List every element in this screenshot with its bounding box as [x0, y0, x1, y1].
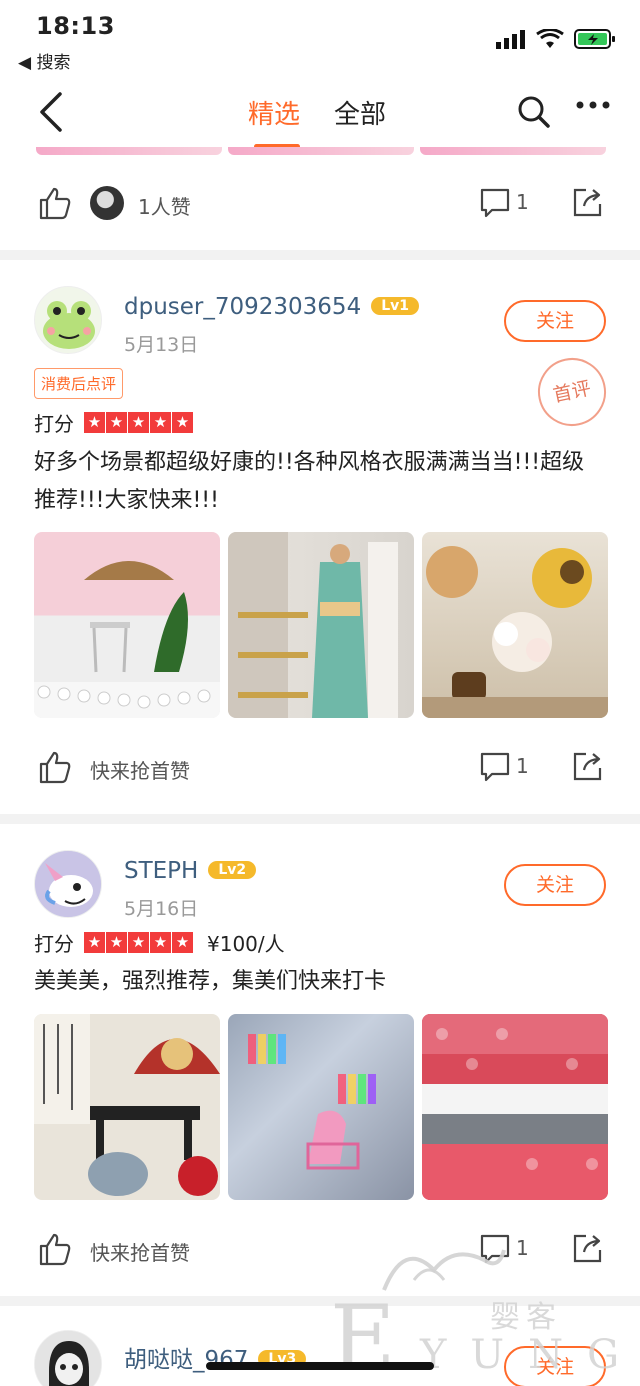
score-label: 打分: [34, 412, 74, 436]
follow-button[interactable]: 关注: [504, 300, 606, 342]
review-photo[interactable]: [422, 532, 608, 718]
review-photo[interactable]: [422, 1014, 608, 1200]
star-icon: ★: [84, 412, 105, 433]
rating-line: 打分 ★ ★ ★ ★ ★ ¥100/人: [34, 928, 285, 957]
rating-line: 打分 ★ ★ ★ ★ ★: [34, 408, 193, 437]
status-icons: [496, 28, 616, 50]
avatar[interactable]: [34, 286, 102, 354]
star-icon: ★: [84, 932, 105, 953]
like-count-text: 1人赞: [138, 195, 191, 219]
review-text[interactable]: 好多个场景都超级好康的!!各种风格衣服满满当当!!!超级推荐!!!大家快来!!!: [34, 444, 604, 520]
level-badge: Lv1: [371, 296, 419, 315]
watermark-letter: E: [330, 1286, 396, 1386]
review-photo[interactable]: [228, 1014, 414, 1200]
username[interactable]: dpuser_7092303654 Lv1: [124, 294, 419, 320]
avatar[interactable]: [34, 850, 102, 918]
review-photo[interactable]: [34, 1014, 220, 1200]
back-to-search-link[interactable]: ◀ 搜索: [18, 48, 70, 73]
watermark-word: YUNG: [420, 1332, 640, 1378]
back-arrow-icon[interactable]: [36, 90, 66, 134]
star-icon: ★: [150, 412, 171, 433]
level-badge: Lv2: [208, 860, 257, 879]
review-photo[interactable]: [34, 532, 220, 718]
star-rating: ★ ★ ★ ★ ★: [84, 932, 193, 953]
star-icon: ★: [172, 932, 193, 953]
star-icon: ★: [128, 932, 149, 953]
tab-all[interactable]: 全部: [334, 94, 386, 131]
review-photo[interactable]: [228, 532, 414, 718]
section-divider: [0, 814, 640, 824]
price-per-person: ¥100/人: [207, 932, 285, 956]
photo-grid: [34, 532, 608, 718]
thumbs-up-icon[interactable]: [38, 1232, 72, 1266]
avatar[interactable]: [34, 1330, 102, 1386]
star-icon: ★: [150, 932, 171, 953]
liker-avatar[interactable]: [90, 186, 124, 220]
comment-icon[interactable]: [480, 752, 510, 782]
star-icon: ★: [128, 412, 149, 433]
signal-icon: [496, 30, 525, 49]
eyung-watermark: E 婴客 YUNG: [330, 1240, 630, 1386]
status-bar: 18:13 ◀ 搜索: [0, 0, 640, 80]
star-icon: ★: [172, 412, 193, 433]
previous-photos-peek: [36, 147, 606, 155]
star-icon: ★: [106, 932, 127, 953]
action-row-previous: 1人赞 1: [0, 172, 640, 232]
comment-count: 1: [516, 190, 529, 214]
home-indicator[interactable]: [206, 1362, 434, 1370]
status-time: 18:13: [36, 12, 115, 40]
thumbs-up-icon[interactable]: [38, 186, 72, 220]
star-rating: ★ ★ ★ ★ ★: [84, 412, 193, 433]
section-divider: [0, 250, 640, 260]
first-review-stamp: 首评: [531, 351, 613, 433]
review-text[interactable]: 美美美，强烈推荐，集美们快来打卡: [34, 963, 604, 1001]
photo-grid: [34, 1014, 608, 1200]
share-icon[interactable]: [572, 750, 604, 782]
username[interactable]: STEPH Lv2: [124, 858, 257, 884]
share-icon[interactable]: [572, 186, 604, 218]
comment-count: 1: [516, 754, 529, 778]
thumbs-up-icon[interactable]: [38, 750, 72, 784]
review-date: 5月13日: [124, 334, 199, 356]
post-consumption-tag: 消费后点评: [34, 368, 124, 399]
follow-button[interactable]: 关注: [504, 864, 606, 906]
comment-icon[interactable]: [480, 188, 510, 218]
star-icon: ★: [106, 412, 127, 433]
wifi-icon: [536, 29, 564, 48]
more-icon[interactable]: [576, 100, 610, 110]
top-nav: 精选 全部: [0, 80, 640, 149]
battery-icon: [574, 29, 615, 49]
watermark-cn: 婴客: [490, 1300, 562, 1335]
search-icon[interactable]: [516, 94, 552, 130]
score-label: 打分: [34, 932, 74, 956]
action-row: 快来抢首赞 1: [0, 736, 640, 796]
first-like-prompt[interactable]: 快来抢首赞: [90, 755, 190, 784]
first-like-prompt[interactable]: 快来抢首赞: [90, 1237, 190, 1266]
tab-featured[interactable]: 精选: [248, 94, 301, 149]
review-date: 5月16日: [124, 898, 199, 920]
